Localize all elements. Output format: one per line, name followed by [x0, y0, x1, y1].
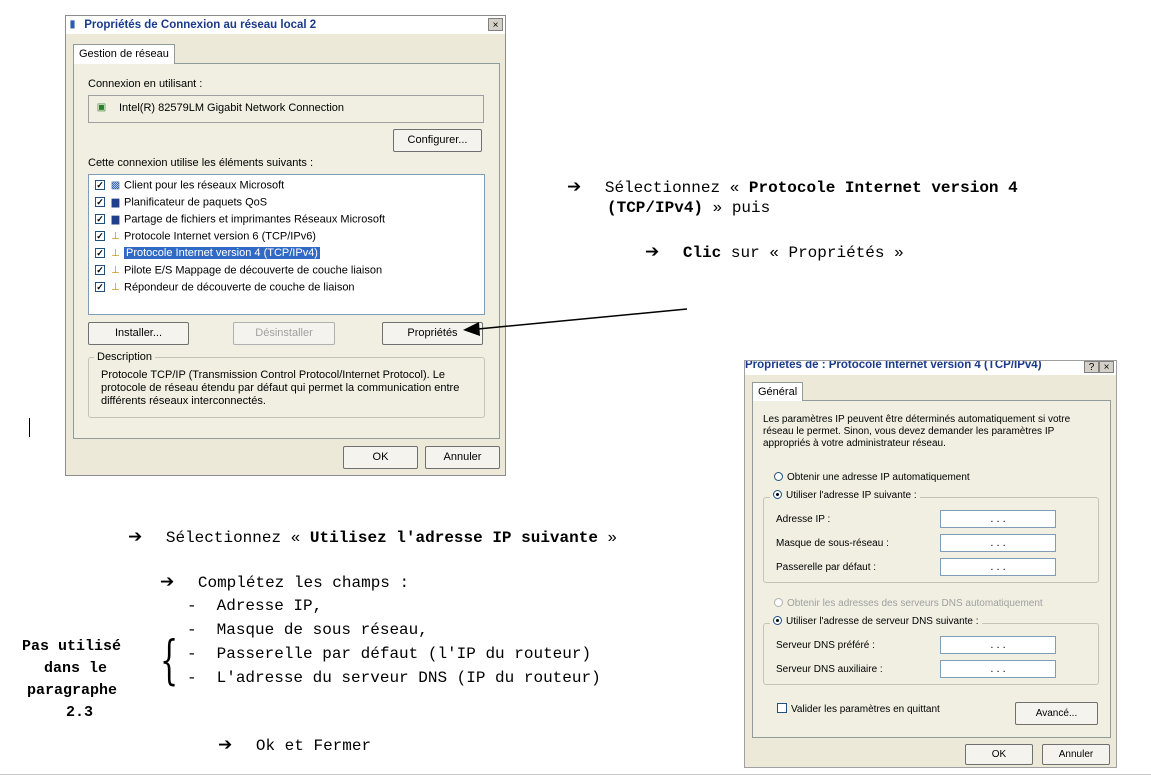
step-text: Ok et Fermer: [255, 737, 372, 755]
field-list-item: - L'adresse du serveur DNS (IP du routeur…: [187, 669, 601, 687]
side-note-line: 2.3: [66, 704, 94, 721]
side-note-line: dans le: [44, 660, 108, 677]
bullet: -: [187, 621, 197, 639]
side-note-line: Pas utilisé: [22, 638, 122, 655]
help-button[interactable]: ?: [1084, 361, 1099, 373]
advanced-button[interactable]: Avancé...: [1015, 702, 1098, 725]
dns-alternate-input[interactable]: . . .: [940, 660, 1056, 678]
ip-address-input[interactable]: . . .: [940, 510, 1056, 528]
arrow-icon: ➔: [218, 735, 233, 755]
field-list-item: - Masque de sous réseau,: [187, 621, 428, 639]
auto-ip-radio[interactable]: Obtenir une adresse IP automatiquement: [774, 471, 970, 483]
step-text: Complétez les champs :: [197, 574, 410, 592]
field-text: Passerelle par défaut (l'IP du routeur): [216, 645, 592, 663]
step-text-bold: Protocole Internet version 4: [748, 179, 1018, 197]
gateway-label: Passerelle par défaut :: [776, 562, 877, 573]
arrow-icon: ➔: [160, 572, 175, 592]
arrow-icon: ➔: [567, 177, 582, 197]
step-fill-fields: ➔ Complétez les champs :: [160, 572, 409, 592]
ipv4-properties-dialog: Propriétés de : Protocole Internet versi…: [744, 360, 1117, 768]
dns-preferred-input[interactable]: . . .: [940, 636, 1056, 654]
step-text: Sélectionnez «: [604, 179, 749, 197]
step-text: » puis: [703, 199, 771, 217]
field-list-item: - Adresse IP,: [187, 597, 322, 615]
radio-icon[interactable]: [773, 489, 782, 499]
auto-dns-radio[interactable]: Obtenir les adresses des serveurs DNS au…: [774, 597, 1043, 609]
step-select-manual-ip: ➔ Sélectionnez « Utilisez l'adresse IP s…: [128, 527, 617, 547]
step-text-bold: Clic: [682, 244, 722, 262]
step-text: »: [597, 529, 618, 547]
bullet: -: [187, 669, 197, 687]
field-text: Adresse IP,: [216, 597, 323, 615]
close-icon: ×: [1103, 362, 1110, 373]
step-select-ipv4-line2: (TCP/IPv4) » puis: [607, 199, 770, 217]
field-text: L'adresse du serveur DNS (IP du routeur): [216, 669, 601, 687]
checkbox-label: Valider les paramètres en quittant: [791, 704, 940, 715]
dialog-title: Propriétés de : Protocole Internet versi…: [745, 361, 1042, 371]
radio-icon[interactable]: [774, 597, 783, 607]
radio-label: Obtenir les adresses des serveurs DNS au…: [787, 598, 1043, 609]
step-ok-close: ➔ Ok et Fermer: [218, 735, 371, 755]
step-text: sur « Propriétés »: [721, 244, 904, 262]
curly-brace: {: [160, 631, 179, 691]
field-text: Masque de sous réseau,: [216, 621, 428, 639]
intro-text: Les paramètres IP peuvent être déterminé…: [763, 414, 1071, 425]
bullet: -: [187, 645, 197, 663]
intro-text: appropriés à votre administrateur réseau…: [763, 438, 946, 449]
field-list-item: - Passerelle par défaut (l'IP du routeur): [187, 645, 591, 663]
help-icon: ?: [1088, 362, 1095, 373]
checkbox[interactable]: [777, 703, 787, 714]
close-button[interactable]: ×: [1099, 361, 1114, 373]
gateway-input[interactable]: . . .: [940, 558, 1056, 576]
radio-label: Utiliser l'adresse IP suivante :: [786, 490, 917, 501]
dns-preferred-label: Serveur DNS préféré :: [776, 640, 875, 651]
step-text-bold: Utilisez l'adresse IP suivante: [309, 529, 598, 547]
tab-general[interactable]: Général: [752, 382, 804, 401]
dialog-title-bar: Propriétés de : Protocole Internet versi…: [745, 361, 1116, 375]
intro-text: réseau le permet. Sinon, vous devez dema…: [763, 426, 1055, 437]
radio-icon[interactable]: [773, 615, 782, 625]
step-click-properties: ➔ Clic sur « Propriétés »: [645, 242, 904, 262]
ok-button[interactable]: OK: [965, 744, 1033, 765]
validate-checkbox[interactable]: Valider les paramètres en quittant: [777, 703, 940, 715]
page-divider: [0, 774, 1151, 775]
radio-label: Utiliser l'adresse de serveur DNS suivan…: [786, 616, 979, 627]
step-text: Sélectionnez «: [165, 529, 310, 547]
step-text-bold: (TCP/IPv4): [607, 199, 704, 217]
step-select-ipv4: ➔ Sélectionnez « Protocole Internet vers…: [567, 177, 1018, 197]
cancel-button[interactable]: Annuler: [1042, 744, 1110, 765]
subnet-mask-input[interactable]: . . .: [940, 534, 1056, 552]
manual-dns-radio[interactable]: Utiliser l'adresse de serveur DNS suivan…: [770, 615, 982, 627]
ip-address-label: Adresse IP :: [776, 514, 831, 525]
side-note-line: paragraphe: [27, 682, 118, 699]
radio-label: Obtenir une adresse IP automatiquement: [787, 472, 970, 483]
dns-alternate-label: Serveur DNS auxiliaire :: [776, 664, 883, 675]
arrow-icon: ➔: [128, 527, 143, 547]
arrow-icon: ➔: [645, 242, 660, 262]
radio-icon[interactable]: [774, 471, 783, 481]
manual-ip-radio[interactable]: Utiliser l'adresse IP suivante :: [770, 489, 920, 501]
subnet-mask-label: Masque de sous-réseau :: [776, 538, 889, 549]
bullet: -: [187, 597, 197, 615]
